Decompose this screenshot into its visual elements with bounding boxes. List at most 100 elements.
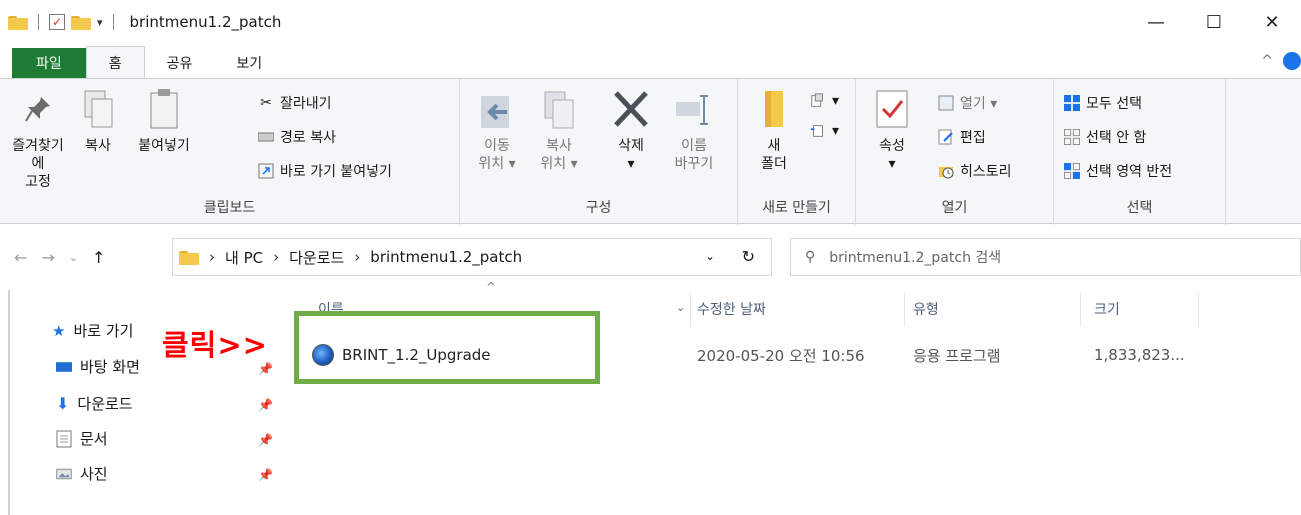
refresh-icon[interactable]: ↻ — [742, 247, 755, 266]
history-button[interactable]: 히스토리 — [938, 161, 1012, 181]
help-icon[interactable] — [1283, 52, 1301, 70]
move-icon — [477, 87, 517, 131]
chevron-right-icon[interactable]: › — [354, 248, 360, 266]
rename-button[interactable]: 이름 바꾸기 — [666, 87, 722, 173]
quick-access-dropdown-icon[interactable]: ▾ — [97, 16, 103, 29]
edit-icon — [938, 129, 954, 145]
tab-view[interactable]: 보기 — [214, 48, 284, 78]
folder-icon — [179, 249, 199, 265]
sidebar-item-quick-access[interactable]: ★ 바로 가기 — [52, 320, 133, 341]
highlight-box — [294, 311, 600, 384]
file-size-cell: 1,833,823... — [1094, 346, 1185, 364]
group-label-clipboard: 클립보드 — [203, 200, 256, 216]
new-item-button[interactable]: ▾ — [810, 93, 839, 109]
divider — [38, 14, 39, 30]
new-folder-button[interactable]: 새 폴더 — [754, 87, 794, 173]
window-title: brintmenu1.2_patch — [129, 13, 282, 31]
invert-selection-icon — [1064, 163, 1080, 179]
properties-icon — [872, 87, 912, 131]
column-divider[interactable] — [1198, 292, 1199, 326]
title-bar: ✓ ▾ brintmenu1.2_patch — ☐ ✕ — [0, 0, 1301, 44]
select-all-button[interactable]: 모두 선택 — [1064, 93, 1142, 113]
forward-arrow-icon[interactable]: → — [41, 248, 54, 267]
edit-button[interactable]: 편집 — [938, 127, 986, 147]
select-none-button[interactable]: 선택 안 함 — [1064, 127, 1146, 147]
copy-button[interactable]: 복사 — [76, 87, 120, 155]
group-label-new: 새로 만들기 — [762, 200, 831, 216]
picture-icon — [56, 466, 72, 482]
copy-path-button[interactable]: 경로 복사 — [258, 127, 336, 147]
copy-to-button[interactable]: 복사 위치 ▾ — [534, 87, 584, 173]
invert-selection-button[interactable]: 선택 영역 반전 — [1064, 161, 1172, 181]
chevron-right-icon: › — [209, 248, 215, 266]
select-none-icon — [1064, 129, 1080, 145]
chevron-right-icon[interactable]: › — [273, 248, 279, 266]
navigation-bar: ← → ⌄ ↑ › 내 PC › 다운로드 › brintmenu1.2_pat… — [0, 232, 1301, 282]
paste-button[interactable]: 붙여넣기 — [128, 87, 200, 155]
open-group: 속성 ▾ 열기 ▾ 편집 히스토리 열기 — [856, 79, 1054, 225]
column-header-type[interactable]: 유형 — [913, 292, 1073, 326]
scissors-icon: ✂ — [260, 95, 272, 111]
open-button[interactable]: 열기 ▾ — [938, 93, 997, 113]
desktop-icon — [56, 359, 72, 375]
up-arrow-icon[interactable]: ↑ — [92, 248, 105, 267]
minimize-button[interactable]: — — [1127, 0, 1185, 44]
properties-check-icon[interactable]: ✓ — [49, 14, 65, 30]
collapse-ribbon-icon[interactable]: ^ — [1261, 53, 1273, 69]
pin-icon — [18, 87, 58, 131]
back-arrow-icon[interactable]: ← — [14, 248, 27, 267]
pin-to-quick-access-button[interactable]: 즐겨찾기에 고정 — [6, 87, 70, 191]
column-header-modified[interactable]: 수정한 날짜 — [697, 292, 897, 326]
breadcrumb-my-pc[interactable]: 내 PC — [225, 247, 263, 268]
pin-icon[interactable]: 📌 — [258, 468, 273, 482]
sidebar-item-downloads[interactable]: ⬇ 다운로드 — [56, 393, 133, 414]
chevron-down-icon[interactable]: ⌄ — [676, 301, 685, 314]
ribbon: 즐겨찾기에 고정 복사 붙여넣기 ✂ 잘라내기 경로 복사 바로 가기 붙여넣기… — [0, 78, 1301, 225]
pin-icon[interactable]: 📌 — [258, 398, 273, 412]
pin-icon[interactable]: 📌 — [258, 362, 273, 376]
chevron-down-icon[interactable]: ⌄ — [705, 249, 715, 263]
sidebar-item-desktop[interactable]: 바탕 화면 — [56, 356, 140, 377]
download-arrow-icon: ⬇ — [56, 394, 70, 413]
click-annotation: 클릭>> — [162, 328, 268, 362]
divider — [112, 14, 114, 30]
search-icon: ⚲ — [805, 249, 816, 265]
breadcrumb-downloads[interactable]: 다운로드 — [289, 247, 344, 268]
copy-icon — [78, 87, 118, 131]
group-label-organize: 구성 — [585, 200, 612, 216]
move-to-button[interactable]: 이동 위치 ▾ — [472, 87, 522, 173]
column-divider[interactable] — [690, 292, 691, 326]
pin-icon[interactable]: 📌 — [258, 433, 273, 447]
tab-file[interactable]: 파일 — [12, 48, 86, 78]
search-input[interactable]: ⚲ brintmenu1.2_patch 검색 — [790, 238, 1301, 276]
easy-access-icon — [810, 123, 826, 139]
sidebar-item-documents[interactable]: 문서 — [56, 428, 108, 449]
recent-locations-icon[interactable]: ⌄ — [69, 251, 78, 264]
column-divider[interactable] — [904, 292, 905, 326]
paste-icon — [144, 87, 184, 131]
cut-button[interactable]: ✂ 잘라내기 — [258, 93, 331, 113]
new-item-icon — [810, 93, 826, 109]
new-folder-quick-icon[interactable] — [71, 14, 91, 30]
group-label-open: 열기 — [941, 200, 968, 216]
tab-home[interactable]: 홈 — [85, 46, 145, 78]
properties-button[interactable]: 속성 ▾ — [870, 87, 914, 173]
new-group: 새 폴더 ▾ ▾ 새로 만들기 — [738, 79, 856, 225]
tab-share[interactable]: 공유 — [145, 48, 215, 78]
clipboard-group: 즐겨찾기에 고정 복사 붙여넣기 ✂ 잘라내기 경로 복사 바로 가기 붙여넣기… — [0, 79, 460, 225]
delete-button[interactable]: 삭제 ▾ — [606, 87, 656, 173]
group-label-select: 선택 — [1126, 200, 1153, 216]
maximize-button[interactable]: ☐ — [1185, 0, 1243, 44]
paste-shortcut-button[interactable]: 바로 가기 붙여넣기 — [258, 161, 392, 181]
history-icon — [938, 163, 954, 179]
breadcrumb-current-folder[interactable]: brintmenu1.2_patch — [370, 248, 522, 266]
close-button[interactable]: ✕ — [1243, 0, 1301, 44]
column-header-size[interactable]: 크기 — [1094, 292, 1194, 326]
select-group: 모두 선택 선택 안 함 선택 영역 반전 선택 — [1054, 79, 1226, 225]
address-bar[interactable]: › 내 PC › 다운로드 › brintmenu1.2_patch ⌄ ↻ — [172, 238, 772, 276]
copy-to-icon — [539, 87, 579, 131]
easy-access-button[interactable]: ▾ — [810, 123, 839, 139]
open-icon — [938, 95, 954, 111]
sidebar-item-pictures[interactable]: 사진 — [56, 463, 108, 484]
column-divider[interactable] — [1080, 292, 1081, 326]
